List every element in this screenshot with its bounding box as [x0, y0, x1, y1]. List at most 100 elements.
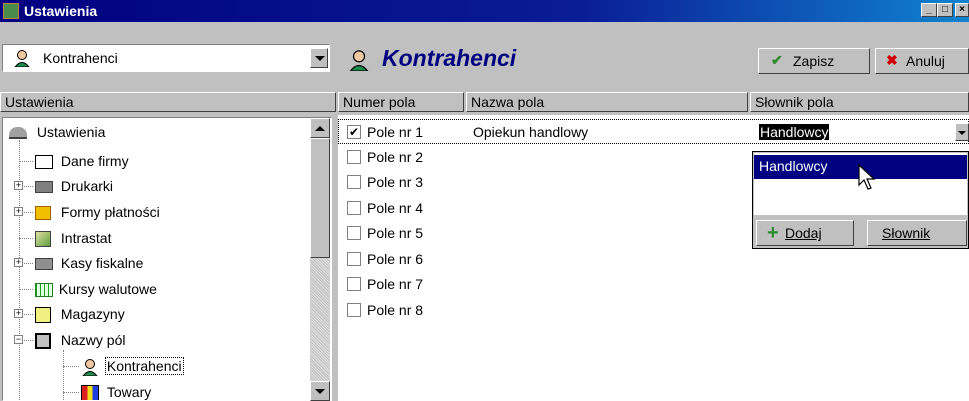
tree-scrollbar[interactable]: [310, 118, 330, 401]
tree-item-towary[interactable]: Towary: [81, 380, 152, 400]
dictionary-label: Słownik: [882, 225, 931, 241]
expand-magazyny[interactable]: +: [14, 309, 23, 318]
left-panel: Kontrahenci Ustawienia + + + + − Ustawie…: [0, 44, 336, 401]
field-dictionary[interactable]: Handlowcy: [759, 124, 830, 140]
expand-kasy[interactable]: +: [14, 258, 23, 267]
settings-root-icon: [9, 127, 27, 140]
scroll-down-button[interactable]: [310, 381, 330, 401]
tree-header[interactable]: Ustawienia: [0, 92, 336, 112]
add-button[interactable]: + Dodaj: [756, 220, 854, 246]
collapse-nazwy-pol[interactable]: −: [14, 335, 23, 344]
expand-drukarki[interactable]: +: [14, 181, 23, 190]
dropdown-item-label: Handlowcy: [759, 158, 828, 174]
cancel-button[interactable]: ✖ Anuluj: [875, 48, 969, 74]
tree-item-label: Formy płatności: [60, 204, 160, 220]
row-checkbox[interactable]: [347, 175, 361, 189]
close-button[interactable]: ×: [955, 3, 969, 17]
payment-icon: [35, 206, 51, 221]
chevron-down-icon: [958, 131, 966, 135]
tree-item-kursy-walutowe[interactable]: Kursy walutowe: [35, 277, 157, 302]
tree-item-kontrahenci[interactable]: Kontrahenci: [81, 354, 184, 379]
tree-item-kasy-fiskalne[interactable]: Kasy fiskalne: [35, 251, 143, 276]
scroll-up-button[interactable]: [310, 118, 330, 138]
tree-item-label: Drukarki: [60, 178, 114, 194]
save-button[interactable]: ✔ Zapisz: [758, 48, 870, 74]
save-label: Zapisz: [793, 53, 835, 69]
tree-item-label: Kursy walutowe: [58, 281, 157, 297]
maximize-icon: □: [941, 4, 949, 15]
tree-item-dane-firmy[interactable]: Dane firmy: [35, 149, 129, 174]
tree-item-formy-platnosci[interactable]: Formy płatności: [35, 200, 160, 225]
column-header-slownik[interactable]: Słownik pola: [750, 92, 969, 112]
goods-icon: [81, 385, 99, 400]
add-label: Dodaj: [785, 225, 822, 241]
dictionary-dropdown-button[interactable]: [955, 123, 969, 141]
field-number: Pole nr 6: [367, 251, 424, 267]
row-checkbox[interactable]: [347, 277, 361, 291]
field-number: Pole nr 8: [367, 302, 424, 318]
expand-formy[interactable]: +: [14, 207, 23, 216]
cash-register-icon: [35, 258, 53, 271]
row-checkbox[interactable]: [347, 201, 361, 215]
intrastat-icon: [35, 231, 51, 248]
chevron-up-icon: [315, 126, 325, 131]
tree-item-drukarki[interactable]: Drukarki: [35, 174, 113, 199]
column-header-numer[interactable]: Numer pola: [338, 92, 464, 112]
tree-view[interactable]: + + + + − Ustawienia Dane firmy Drukarki…: [2, 117, 332, 401]
warehouse-icon: [35, 307, 51, 324]
right-panel: Kontrahenci ✔ Zapisz ✖ Anuluj Numer pola…: [338, 44, 969, 401]
person-icon: [13, 49, 31, 68]
tree-item-ustawienia[interactable]: Ustawienia: [9, 120, 105, 145]
mouse-cursor-icon: [858, 163, 876, 192]
form-icon: [35, 333, 51, 350]
tree-item-label: Towary: [106, 384, 152, 400]
tree-item-label: Kasy fiskalne: [60, 255, 144, 271]
combo-dropdown-button[interactable]: [310, 48, 328, 68]
tree-item-label: Nazwy pól: [60, 332, 126, 348]
row-checkbox[interactable]: [347, 150, 361, 164]
tree-item-label: Intrastat: [60, 230, 112, 246]
row-checkbox[interactable]: [347, 303, 361, 317]
minimize-button[interactable]: _: [921, 3, 937, 17]
person-icon: [348, 49, 370, 72]
field-number: Pole nr 2: [367, 149, 424, 165]
field-number: Pole nr 7: [367, 276, 424, 292]
title-bar: [0, 0, 969, 22]
tree-item-label: Ustawienia: [36, 124, 106, 140]
maximize-button[interactable]: □: [937, 3, 953, 17]
row-checkbox[interactable]: ✔: [347, 125, 361, 139]
close-icon: ×: [959, 4, 965, 15]
tree-item-intrastat[interactable]: Intrastat: [35, 226, 111, 251]
row-checkbox[interactable]: [347, 252, 361, 266]
tree-item-magazyny[interactable]: Magazyny: [35, 302, 125, 327]
tree-item-label: Dane firmy: [60, 153, 129, 169]
scroll-thumb[interactable]: [310, 138, 330, 258]
page-title: Kontrahenci: [382, 45, 517, 71]
combo-value: Kontrahenci: [43, 50, 118, 66]
window-title: Ustawienia: [24, 3, 98, 19]
chevron-down-icon: [315, 56, 325, 61]
tree-item-label: Magazyny: [60, 306, 125, 322]
cancel-label: Anuluj: [906, 53, 945, 69]
row-checkbox[interactable]: [347, 226, 361, 240]
person-icon: [81, 358, 99, 377]
chevron-down-icon: [315, 389, 325, 394]
app-icon: [3, 3, 19, 19]
dictionary-button[interactable]: Słownik: [867, 220, 967, 246]
field-number: Pole nr 4: [367, 200, 424, 216]
field-name[interactable]: Opiekun handlowy: [473, 120, 588, 145]
plus-icon: +: [767, 222, 779, 244]
tree-item-label: Kontrahenci: [104, 357, 184, 375]
document-icon: [35, 155, 53, 170]
section-combo[interactable]: Kontrahenci: [2, 44, 330, 72]
column-header-nazwa[interactable]: Nazwa pola: [466, 92, 748, 112]
grid-table-icon: [35, 283, 53, 298]
cross-icon: ✖: [886, 52, 898, 68]
field-number: Pole nr 5: [367, 225, 424, 241]
field-number: Pole nr 3: [367, 174, 424, 190]
minimize-icon: _: [926, 4, 932, 15]
table-row[interactable]: ✔ Pole nr 1 Opiekun handlowy Handlowcy: [338, 119, 969, 144]
tree-item-nazwy-pol[interactable]: Nazwy pól: [35, 328, 125, 353]
checkmark-icon: ✔: [771, 52, 783, 68]
field-number: Pole nr 1: [367, 124, 424, 140]
